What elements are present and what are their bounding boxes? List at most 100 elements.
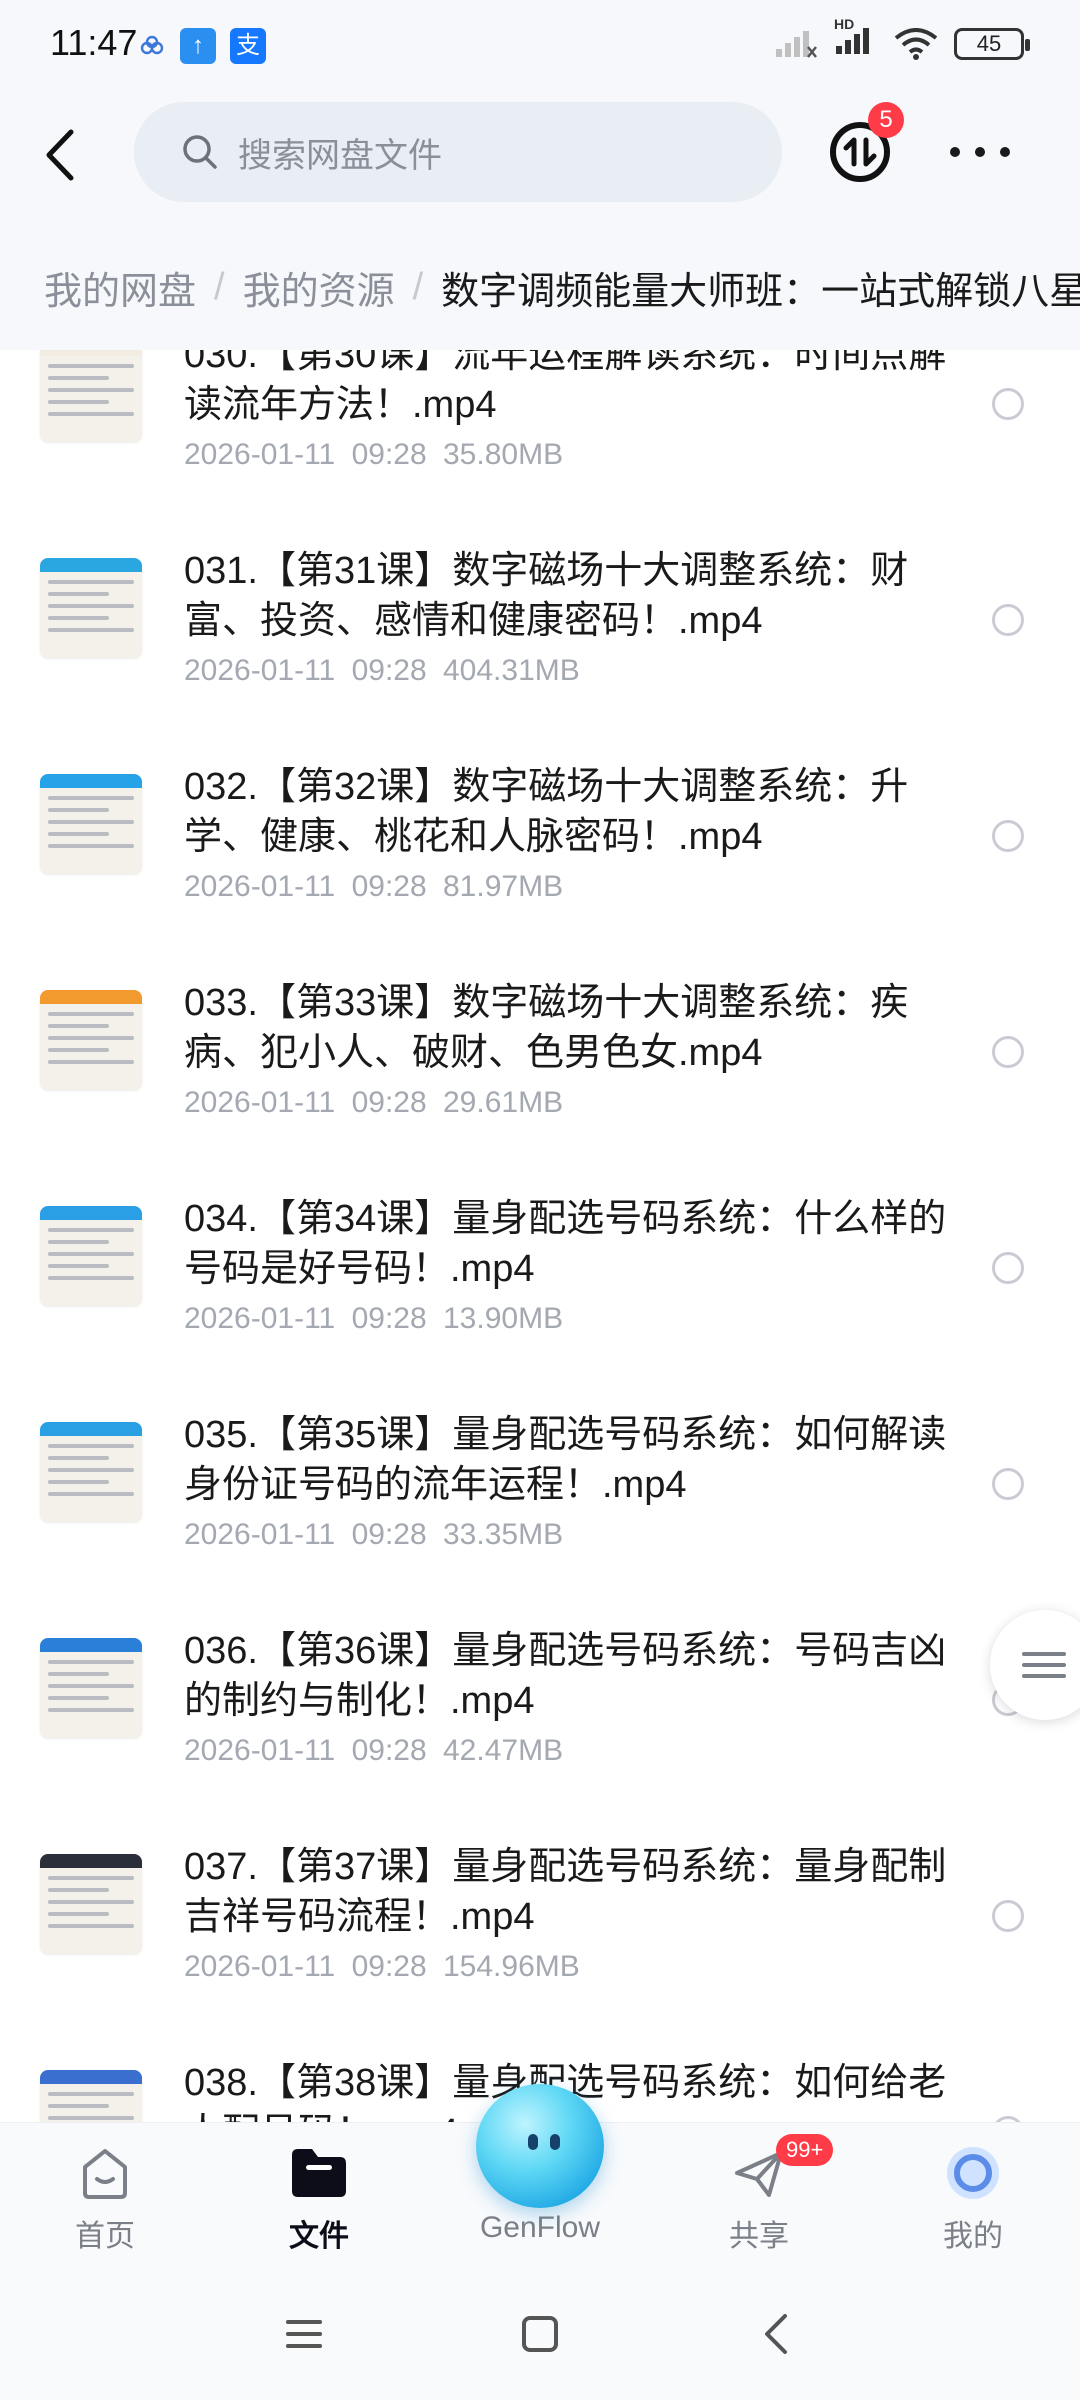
file-list[interactable]: 030.【第30课】流年运程解读系统：时间点解读流年方法！.mp4 2026-01… — [0, 350, 1080, 2122]
nav-mine[interactable]: 我的 — [898, 2141, 1048, 2255]
nav-home[interactable]: 首页 — [30, 2141, 180, 2255]
file-date: 2026-01-11 — [184, 438, 336, 471]
system-back-button[interactable] — [746, 2304, 806, 2364]
system-home-button[interactable] — [510, 2304, 570, 2364]
cloud-sync-icon — [140, 35, 164, 55]
more-options-button[interactable] — [950, 132, 1010, 172]
file-size: 42.47MB — [443, 1734, 564, 1767]
status-bar: 11:47 ↑ 支 HD 45 — [0, 0, 1080, 92]
share-count-badge: 99+ — [776, 2134, 834, 2166]
file-row[interactable]: 036.【第36课】量身配选号码系统：号码吉凶的制约与制化！.mp4 2026-0… — [0, 1572, 1080, 1788]
file-row[interactable]: 035.【第35课】量身配选号码系统：如何解读身份证号码的流年运程！.mp4 20… — [0, 1356, 1080, 1572]
file-time: 09:28 — [351, 1950, 427, 1983]
back-button[interactable] — [30, 120, 90, 190]
file-size: 13.90MB — [443, 1302, 564, 1335]
file-name: 033.【第33课】数字磁场十大调整系统：疾病、犯小人、破财、色男色女.mp4 — [184, 982, 909, 1074]
select-checkbox[interactable] — [992, 604, 1024, 636]
status-notification-icons: ↑ 支 — [140, 28, 266, 64]
upload-app-icon: ↑ — [180, 28, 216, 64]
chevron-left-icon — [46, 129, 74, 181]
file-meta: 2026-01-11 09:28 81.97MB — [184, 870, 563, 904]
file-time: 09:28 — [351, 1302, 427, 1335]
select-checkbox[interactable] — [992, 1468, 1024, 1500]
file-date: 2026-01-11 — [184, 870, 336, 903]
file-name: 032.【第32课】数字磁场十大调整系统：升学、健康、桃花和人脉密码！.mp4 — [184, 766, 909, 858]
signal-icon-sim1: HD — [834, 16, 878, 61]
system-menu-button[interactable] — [274, 2304, 334, 2364]
video-thumbnail — [40, 1422, 142, 1522]
alipay-app-icon: 支 — [230, 28, 266, 64]
square-home-icon — [522, 2316, 558, 2352]
file-time: 09:28 — [351, 870, 427, 903]
file-row[interactable]: 034.【第34课】量身配选号码系统：什么样的号码是好号码！.mp4 2026-0… — [0, 1140, 1080, 1356]
file-date: 2026-01-11 — [184, 1302, 336, 1335]
signal-icon-sim2 — [776, 30, 817, 58]
dot-icon — [975, 147, 985, 157]
file-size: 404.31MB — [443, 654, 580, 687]
file-time: 09:28 — [351, 1734, 427, 1767]
dot-icon — [950, 147, 960, 157]
dot-icon — [1000, 147, 1010, 157]
select-checkbox[interactable] — [992, 1036, 1024, 1068]
breadcrumb-current-folder: 数字调频能量大师班：一站式解锁八星、 — [441, 271, 1080, 313]
nav-mine-label: 我的 — [943, 2220, 1003, 2253]
video-thumbnail — [40, 990, 142, 1090]
video-thumbnail — [40, 774, 142, 874]
nav-home-label: 首页 — [75, 2220, 135, 2253]
select-checkbox[interactable] — [992, 1900, 1024, 1932]
home-icon — [83, 2149, 127, 2199]
file-date: 2026-01-11 — [184, 1734, 336, 1767]
battery-indicator: 45 — [954, 27, 1030, 60]
file-name: 034.【第34课】量身配选号码系统：什么样的号码是好号码！.mp4 — [184, 1198, 947, 1290]
file-meta: 2026-01-11 09:28 13.90MB — [184, 1302, 563, 1336]
file-size: 81.97MB — [443, 870, 564, 903]
video-thumbnail — [40, 1854, 142, 1954]
nav-genflow-label: GenFlow — [479, 2211, 601, 2244]
file-row[interactable]: 033.【第33课】数字磁场十大调整系统：疾病、犯小人、破财、色男色女.mp4 2… — [0, 924, 1080, 1140]
system-navigation-bar — [0, 2264, 1080, 2400]
select-checkbox[interactable] — [992, 1252, 1024, 1284]
menu-icon — [286, 2320, 322, 2348]
breadcrumb-my-drive[interactable]: 我的网盘 — [44, 260, 196, 315]
search-placeholder: 搜索网盘文件 — [238, 136, 442, 175]
search-icon — [183, 135, 217, 169]
file-name: 037.【第37课】量身配选号码系统：量身配制吉祥号码流程！.mp4 — [184, 1846, 947, 1938]
nav-files[interactable]: 文件 — [244, 2141, 394, 2255]
file-name: 030.【第30课】流年运程解读系统：时间点解读流年方法！.mp4 — [184, 350, 947, 426]
file-time: 09:28 — [351, 438, 427, 471]
file-size: 29.61MB — [443, 1086, 564, 1119]
file-row[interactable]: 032.【第32课】数字磁场十大调整系统：升学、健康、桃花和人脉密码！.mp4 2… — [0, 708, 1080, 924]
file-date: 2026-01-11 — [184, 654, 336, 687]
file-date: 2026-01-11 — [184, 1086, 336, 1119]
search-input[interactable]: 搜索网盘文件 — [134, 102, 782, 202]
file-meta: 2026-01-11 09:28 33.35MB — [184, 1518, 563, 1552]
genflow-assistant-icon[interactable] — [476, 2084, 604, 2208]
select-checkbox[interactable] — [992, 820, 1024, 852]
breadcrumb-separator: / — [412, 266, 424, 308]
breadcrumb-my-resources[interactable]: 我的资源 — [243, 260, 395, 315]
file-date: 2026-01-11 — [184, 1518, 336, 1551]
status-time: 11:47 — [50, 22, 138, 63]
top-header: 搜索网盘文件 5 — [0, 92, 1080, 222]
file-size: 35.80MB — [443, 438, 564, 471]
nav-files-label: 文件 — [289, 2220, 349, 2253]
file-time: 09:28 — [351, 654, 427, 687]
folder-icon — [292, 2149, 346, 2197]
file-row[interactable]: 031.【第31课】数字磁场十大调整系统：财富、投资、感情和健康密码！.mp4 2… — [0, 492, 1080, 708]
network-label: HD — [834, 16, 855, 32]
select-checkbox[interactable] — [992, 388, 1024, 420]
wifi-icon — [894, 27, 938, 60]
file-date: 2026-01-11 — [184, 1950, 336, 1983]
file-row[interactable]: 037.【第37课】量身配选号码系统：量身配制吉祥号码流程！.mp4 2026-0… — [0, 1788, 1080, 2004]
file-row[interactable]: 030.【第30课】流年运程解读系统：时间点解读流年方法！.mp4 2026-01… — [0, 350, 1080, 492]
video-thumbnail — [40, 350, 142, 442]
file-name: 031.【第31课】数字磁场十大调整系统：财富、投资、感情和健康密码！.mp4 — [184, 550, 909, 642]
file-meta: 2026-01-11 09:28 404.31MB — [184, 654, 580, 688]
breadcrumb-separator: / — [214, 266, 225, 308]
file-size: 154.96MB — [443, 1950, 580, 1983]
menu-lines-icon — [1022, 1645, 1066, 1685]
video-thumbnail — [40, 1638, 142, 1738]
file-meta: 2026-01-11 09:28 35.80MB — [184, 438, 563, 472]
file-size: 33.35MB — [443, 1518, 564, 1551]
video-thumbnail — [40, 2070, 142, 2122]
